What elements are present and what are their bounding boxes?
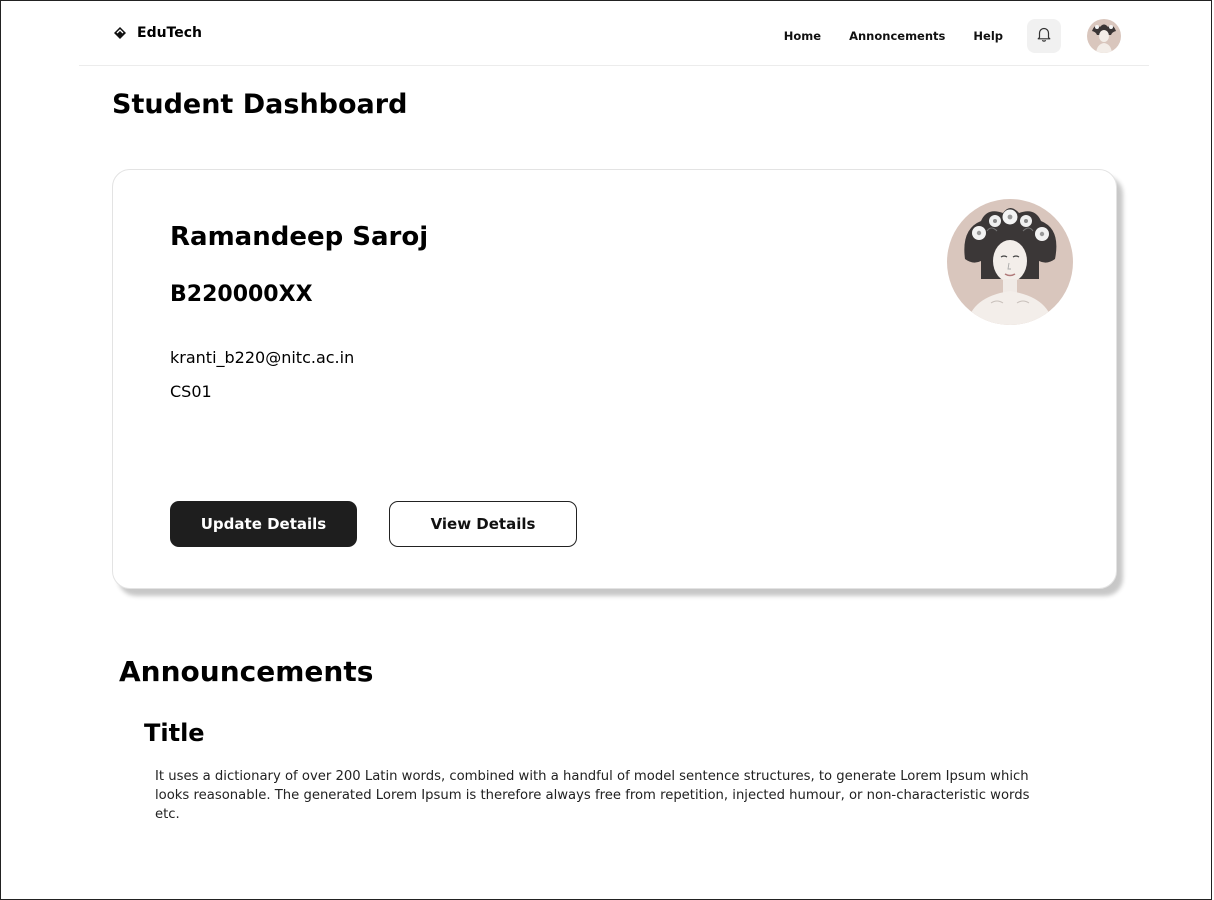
student-batch: CS01 (170, 382, 212, 401)
nav-link-help[interactable]: Help (973, 29, 1003, 43)
user-avatar[interactable] (1087, 19, 1121, 53)
nav-link-home[interactable]: Home (784, 29, 821, 43)
bell-icon (1037, 26, 1051, 46)
roll-number: B220000XX (170, 282, 313, 307)
announcement-body: It uses a dictionary of over 200 Latin w… (155, 769, 1030, 822)
diamond-logo-icon (113, 26, 127, 40)
top-navbar: EduTech Home Annoncements Help (79, 15, 1149, 66)
notifications-button[interactable] (1027, 19, 1061, 53)
view-details-button[interactable]: View Details (389, 501, 577, 547)
profile-card: Ramandeep Saroj B220000XX kranti_b220@ni… (112, 169, 1117, 589)
app-frame: EduTech Home Annoncements Help Student D… (0, 0, 1212, 900)
nav-link-announcements[interactable]: Annoncements (849, 29, 945, 43)
profile-photo (947, 199, 1073, 325)
update-details-button[interactable]: Update Details (170, 501, 357, 547)
nav-links: Home Annoncements Help (784, 19, 1121, 53)
brand-name: EduTech (137, 25, 203, 41)
page-title: Student Dashboard (112, 89, 408, 120)
announcement-title: Title (144, 719, 205, 747)
student-name: Ramandeep Saroj (170, 222, 429, 252)
student-email: kranti_b220@nitc.ac.in (170, 348, 355, 367)
brand[interactable]: EduTech (113, 25, 202, 41)
announcements-heading: Announcements (119, 655, 374, 688)
